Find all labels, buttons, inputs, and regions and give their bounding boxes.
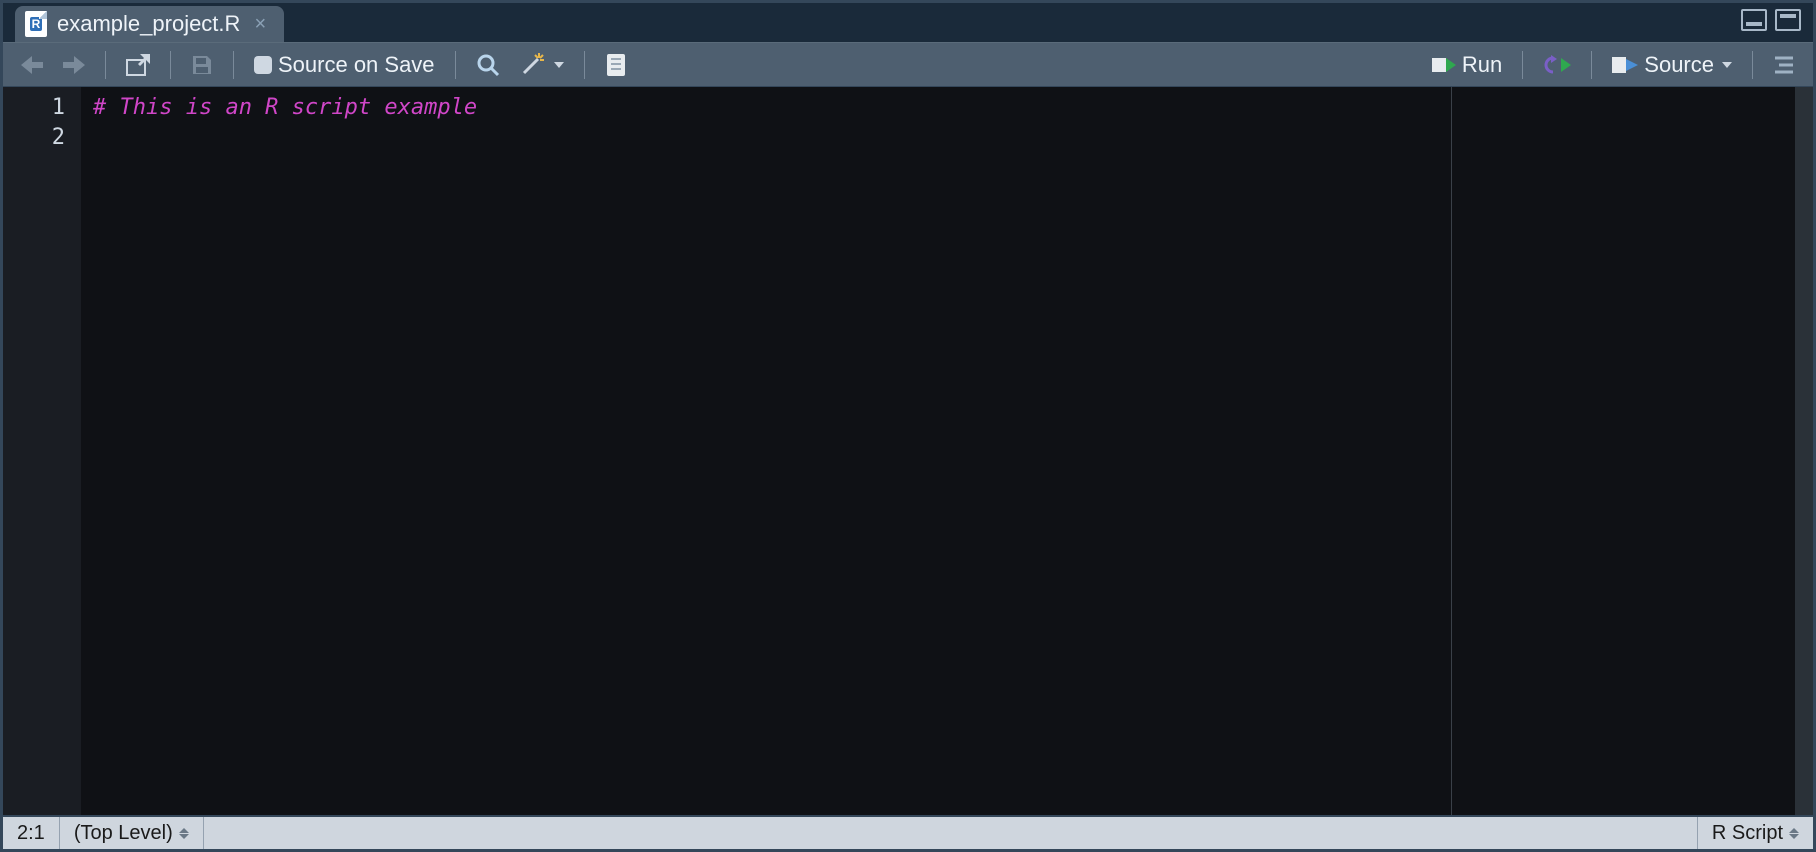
tab-bar: R example_project.R ×: [3, 3, 1813, 43]
run-button[interactable]: Run: [1426, 50, 1508, 80]
sort-icon: [1789, 828, 1799, 839]
minimize-pane-icon[interactable]: [1741, 9, 1767, 31]
find-replace-button[interactable]: [470, 51, 506, 79]
separator: [455, 51, 456, 79]
code-line[interactable]: [93, 123, 1783, 153]
chevron-down-icon: [554, 62, 564, 68]
filetype-selector[interactable]: R Script: [1697, 817, 1813, 849]
separator: [1752, 51, 1753, 79]
tab-file[interactable]: R example_project.R ×: [15, 6, 284, 42]
code-area[interactable]: # This is an R script example: [81, 87, 1795, 815]
r-file-icon: R: [25, 11, 47, 37]
margin-guide: [1451, 87, 1452, 815]
maximize-pane-icon[interactable]: [1775, 9, 1801, 31]
compile-report-button[interactable]: [599, 51, 633, 79]
source-icon: [1612, 55, 1638, 75]
editor-toolbar: Source on Save: [3, 43, 1813, 87]
source-label: Source: [1644, 52, 1714, 78]
code-editor[interactable]: 12 # This is an R script example: [3, 87, 1813, 815]
run-icon: [1432, 55, 1456, 75]
rerun-button[interactable]: [1537, 53, 1577, 77]
separator: [1591, 51, 1592, 79]
tab-filename: example_project.R: [57, 11, 240, 37]
magic-wand-icon: [520, 53, 546, 77]
line-number: 2: [3, 123, 65, 153]
pane-window-controls: [1741, 9, 1801, 31]
notebook-icon: [605, 53, 627, 77]
code-line[interactable]: # This is an R script example: [93, 93, 1783, 123]
arrow-left-icon: [21, 56, 43, 74]
code-tools-button[interactable]: [514, 51, 570, 79]
outline-button[interactable]: [1767, 53, 1801, 77]
separator: [170, 51, 171, 79]
checkbox-icon: [254, 56, 272, 74]
source-on-save-toggle[interactable]: Source on Save: [248, 50, 441, 80]
separator: [105, 51, 106, 79]
line-number-gutter: 12: [3, 87, 81, 815]
forward-button[interactable]: [57, 54, 91, 76]
chevron-down-icon: [1722, 62, 1732, 68]
source-on-save-label: Source on Save: [278, 52, 435, 78]
source-editor-pane: R example_project.R ×: [0, 0, 1816, 852]
scope-selector[interactable]: (Top Level): [60, 817, 204, 849]
vertical-scrollbar[interactable]: [1795, 87, 1813, 815]
show-in-new-window-button[interactable]: [120, 52, 156, 78]
cursor-position-text: 2:1: [17, 822, 45, 845]
outline-icon: [1773, 55, 1795, 75]
close-icon[interactable]: ×: [254, 13, 266, 36]
source-button[interactable]: Source: [1606, 50, 1738, 80]
arrow-right-icon: [63, 56, 85, 74]
save-button[interactable]: [185, 52, 219, 78]
popout-icon: [126, 54, 150, 76]
sort-icon: [179, 828, 189, 839]
line-number: 1: [3, 93, 65, 123]
separator: [233, 51, 234, 79]
separator: [1522, 51, 1523, 79]
scope-label: (Top Level): [74, 822, 173, 845]
status-bar: 2:1 (Top Level) R Script: [3, 815, 1813, 849]
save-icon: [191, 54, 213, 76]
separator: [584, 51, 585, 79]
back-button[interactable]: [15, 54, 49, 76]
rerun-icon: [1543, 55, 1571, 75]
cursor-position[interactable]: 2:1: [3, 817, 60, 849]
run-label: Run: [1462, 52, 1502, 78]
magnifier-icon: [476, 53, 500, 77]
filetype-label: R Script: [1712, 822, 1783, 845]
